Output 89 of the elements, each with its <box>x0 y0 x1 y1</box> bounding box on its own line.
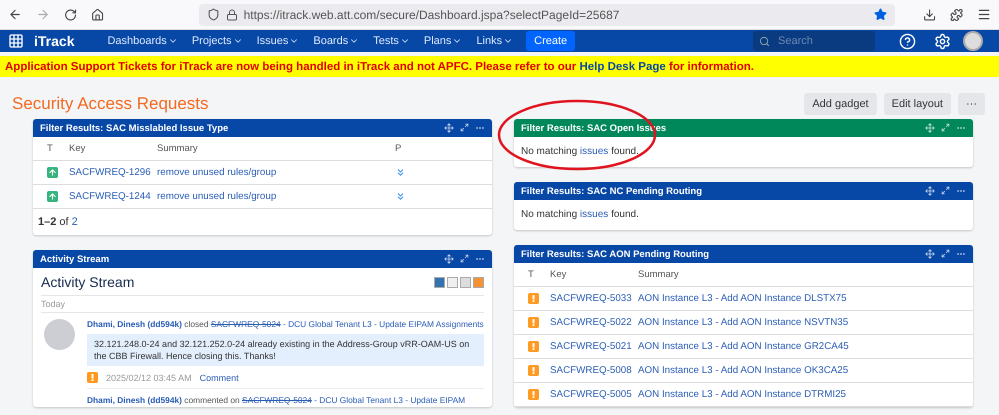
column-header: Summary <box>157 143 199 154</box>
nav-menu[interactable]: Dashboards <box>102 35 183 47</box>
download-icon[interactable] <box>922 8 936 22</box>
exclamation-icon <box>87 372 98 384</box>
help-desk-link[interactable]: Help Desk Page <box>579 60 666 72</box>
issue-key-link[interactable]: SACFWREQ-1244 <box>69 191 157 202</box>
timestamp: 2025/02/12 03:45 AM <box>106 372 192 383</box>
date-group-label: Today <box>41 296 484 313</box>
nav-menu[interactable]: Tests <box>368 35 415 47</box>
menu-icon[interactable] <box>976 7 992 22</box>
issue-key-link[interactable]: SACFWREQ-5024 <box>210 319 281 329</box>
nav-menu[interactable]: Boards <box>308 35 364 47</box>
extensions-icon[interactable] <box>950 8 963 22</box>
nav-menu[interactable]: Projects <box>186 35 248 47</box>
summary-link[interactable]: AON Instance L3 - Add AON Instance GR2CA45 <box>638 341 973 352</box>
move-icon[interactable] <box>925 123 935 133</box>
search-input[interactable]: Search <box>776 34 860 48</box>
issue-key-link[interactable]: SACFWREQ-1296 <box>69 167 157 178</box>
settings-icon[interactable] <box>934 32 951 50</box>
issues-link[interactable]: issues <box>580 146 608 157</box>
expand-icon[interactable] <box>941 123 950 132</box>
gadget-title: Filter Results: SAC AON Pending Routing <box>521 248 710 260</box>
activity-heading: Activity Stream <box>41 274 136 290</box>
total-link[interactable]: 2 <box>72 216 78 228</box>
column-header: T <box>47 143 54 154</box>
column-header: Summary <box>638 269 680 280</box>
lock-icon <box>226 8 238 20</box>
issue-key-link[interactable]: SACFWREQ-5021 <box>550 341 638 352</box>
empty-message: No matching issues found. <box>521 209 639 220</box>
avatar <box>44 319 75 350</box>
user-link[interactable]: Dhami, Dinesh (dd594k) <box>87 395 182 406</box>
gadget-title: Filter Results: SAC Misslabled Issue Type <box>40 122 230 134</box>
issue-key-link[interactable]: SACFWREQ-5022 <box>550 317 638 328</box>
shield-icon <box>206 8 220 21</box>
issue-key-link[interactable]: SACFWREQ-5008 <box>550 365 638 376</box>
user-avatar[interactable] <box>963 31 983 51</box>
url-text: https://itrack.web.att.com/secure/Dashboard.jspa?selectPageId=25687 <box>244 8 620 22</box>
issue-title-link[interactable]: - DCU Global Tenant L3 - Update EIPAM <box>314 395 466 406</box>
search-bar[interactable]: Search <box>753 31 875 51</box>
app-grid-icon[interactable] <box>8 33 24 49</box>
help-icon[interactable] <box>899 32 916 50</box>
activity-text: Dhami, Dinesh (dd594k) commented on SACFWREQ-5024 - DCU Global Tenant L3 - Update EIPAM <box>87 395 466 407</box>
toolbar-button[interactable]: Add gadget <box>804 93 877 115</box>
empty-message: No matching issues found. <box>521 146 639 157</box>
move-icon[interactable] <box>444 123 454 133</box>
summary-link[interactable]: AON Instance L3 - Add AON Instance DTRMI25 <box>638 389 973 400</box>
summary-link[interactable]: AON Instance L3 - Add AON Instance NSVTN35 <box>638 317 973 328</box>
toolbar-button[interactable]: ··· <box>958 93 985 115</box>
page-title: Security Access Requests <box>12 94 210 114</box>
column-header: Key <box>550 269 568 280</box>
expand-icon[interactable] <box>941 186 950 195</box>
summary-link[interactable]: remove unused rules/group <box>157 167 395 178</box>
address-bar[interactable]: https://itrack.web.att.com/secure/Dashboard.jspa?selectPageId=25687 <box>198 4 895 26</box>
back-icon[interactable] <box>8 7 22 22</box>
gadget-title: Filter Results: SAC NC Pending Routing <box>521 186 704 196</box>
toolbar-button[interactable]: Edit layout <box>884 93 951 115</box>
home-icon[interactable] <box>91 8 105 22</box>
activity-text: Dhami, Dinesh (dd594k) closed SACFWREQ-5024 - DCU Global Tenant L3 - Update EIPAM Assignments <box>87 319 484 331</box>
create-button[interactable]: Create <box>526 31 576 51</box>
issues-link[interactable]: issues <box>580 209 608 220</box>
search-icon <box>759 36 770 46</box>
expand-icon[interactable] <box>460 123 469 132</box>
issue-key-link[interactable]: SACFWREQ-5024 <box>242 395 312 406</box>
summary-link[interactable]: AON Instance L3 - Add AON Instance OK3CA25 <box>638 365 973 376</box>
column-header: Key <box>69 143 86 154</box>
expand-icon[interactable] <box>460 254 469 263</box>
summary-link[interactable]: AON Instance L3 - Add AON Instance DLSTX75 <box>638 293 973 304</box>
announcement-text: Application Support Tickets for iTrack are now being handled in iTrack and not APFC. Please refer to our Help Desk Page for information. <box>5 60 754 72</box>
expand-icon[interactable] <box>941 249 950 258</box>
pagination-count: 1–2 of <box>38 216 69 228</box>
reload-icon[interactable] <box>64 8 78 22</box>
nav-menu[interactable]: Links <box>471 35 518 47</box>
column-header: T <box>528 269 535 280</box>
column-header: P <box>395 143 402 154</box>
nav-menu[interactable]: Plans <box>418 35 468 47</box>
gadget-title: Activity Stream <box>40 254 110 264</box>
move-icon[interactable] <box>925 249 935 259</box>
issue-title-link[interactable]: - DCU Global Tenant L3 - Update EIPAM Assignments <box>282 319 484 329</box>
move-icon[interactable] <box>444 254 454 264</box>
move-icon[interactable] <box>925 186 935 196</box>
summary-link[interactable]: remove unused rules/group <box>157 191 395 202</box>
issue-key-link[interactable]: SACFWREQ-5033 <box>550 293 638 304</box>
comment-text: 32.121.248.0-24 and 32.121.252.0-24 already existing in the Address-Group vRR-OAM-US on the CBB Firewall. Hence closing this. Thanks! <box>87 334 484 366</box>
issue-key-link[interactable]: SACFWREQ-5005 <box>550 389 638 400</box>
nav-menu[interactable]: Issues <box>252 35 304 47</box>
user-link[interactable]: Dhami, Dinesh (dd594k) <box>87 319 182 329</box>
logo[interactable]: iTrack <box>34 33 74 49</box>
bookmark-star-icon[interactable] <box>874 8 887 21</box>
comment-link[interactable]: Comment <box>200 372 239 383</box>
